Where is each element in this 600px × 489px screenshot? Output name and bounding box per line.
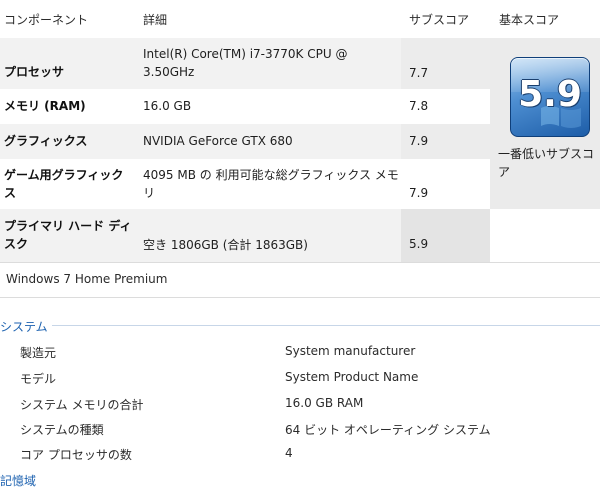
base-score-value: 5.9	[518, 74, 582, 115]
system-value: 4	[285, 446, 293, 460]
system-value: System manufacturer	[285, 344, 416, 358]
component-detail: 4095 MB の 利用可能な総グラフィックス メモリ	[143, 168, 399, 200]
system-value: 64 ビット オペレーティング システム	[285, 423, 491, 437]
system-value: System Product Name	[285, 370, 419, 384]
section-title-system: システム	[0, 320, 48, 334]
component-label: グラフィックス	[4, 134, 88, 148]
system-key: システム メモリの合計	[20, 398, 144, 412]
column-header-detail[interactable]: 詳細	[143, 11, 167, 28]
subscore-value: 7.8	[409, 99, 429, 113]
column-header-basescore[interactable]: 基本スコア	[499, 11, 559, 28]
section-rule	[52, 325, 600, 326]
lowest-subscore-highlight	[401, 209, 490, 262]
table-header: コンポーネント 詳細 サブスコア 基本スコア	[0, 0, 600, 38]
system-key: コア プロセッサの数	[20, 448, 132, 462]
system-value: 16.0 GB RAM	[285, 396, 364, 410]
subscore-value: 7.9	[409, 186, 429, 200]
component-detail: 16.0 GB	[143, 99, 192, 113]
system-key: モデル	[20, 372, 57, 386]
subscore-value: 7.7	[409, 66, 429, 80]
column-header-component[interactable]: コンポーネント	[4, 11, 88, 28]
section-title-storage: 記憶域	[0, 474, 37, 488]
subscore-value: 7.9	[409, 134, 429, 148]
component-label: プロセッサ	[4, 65, 65, 79]
lowest-subscore-note: 一番低いサブスコア	[498, 147, 595, 179]
divider	[0, 297, 600, 298]
windows-experience-index-badge-icon: 5.9	[510, 57, 590, 137]
component-detail: Intel(R) Core(TM) i7-3770K CPU @ 3.50GHz	[143, 47, 348, 79]
windows-edition: Windows 7 Home Premium	[6, 272, 168, 286]
column-header-subscore[interactable]: サブスコア	[409, 11, 469, 28]
component-label: ゲーム用グラフィックス	[4, 168, 124, 200]
system-key: 製造元	[20, 346, 57, 360]
component-label: プライマリ ハード ディスク	[4, 219, 132, 251]
subscore-value: 5.9	[409, 237, 429, 251]
system-key: システムの種類	[20, 423, 104, 437]
component-detail: 空き 1806GB (合計 1863GB)	[143, 238, 308, 252]
component-label: メモリ (RAM)	[4, 99, 86, 113]
component-detail: NVIDIA GeForce GTX 680	[143, 134, 293, 148]
subscore-cell-bg	[401, 38, 490, 89]
divider	[0, 262, 600, 263]
